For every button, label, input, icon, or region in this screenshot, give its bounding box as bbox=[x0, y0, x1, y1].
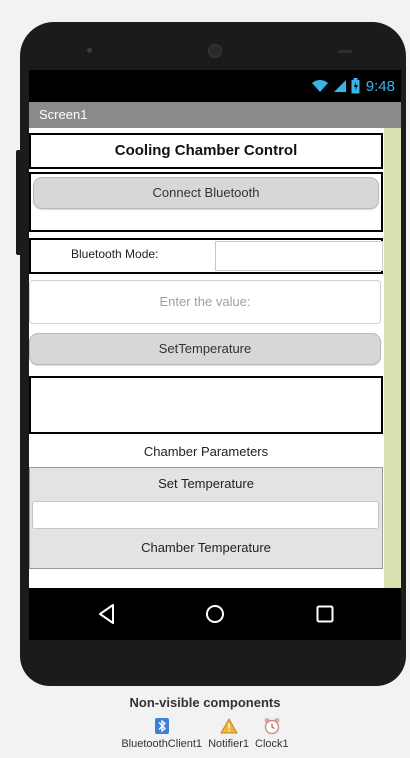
camera-icon bbox=[208, 44, 222, 58]
set-temperature-field[interactable] bbox=[32, 501, 379, 529]
screen-title: Screen1 bbox=[39, 107, 88, 122]
signal-icon bbox=[333, 80, 346, 92]
set-temperature-button[interactable]: SetTemperature bbox=[29, 333, 381, 365]
non-visible-item-bluetooth[interactable]: BluetoothClient1 bbox=[121, 716, 202, 750]
non-visible-title: Non-visible components bbox=[129, 695, 281, 710]
non-visible-item-notifier[interactable]: Notifier1 bbox=[208, 716, 249, 750]
sensor-dot bbox=[87, 48, 92, 53]
bluetooth-mode-row: Bluetooth Mode: bbox=[29, 238, 383, 274]
phone-screen: 9:48 Screen1 Cooling Chamber Control Con… bbox=[29, 70, 401, 640]
speaker-grille bbox=[338, 50, 352, 53]
status-bar: 9:48 bbox=[29, 70, 401, 102]
title-bar: Screen1 bbox=[29, 102, 401, 128]
warning-icon bbox=[219, 716, 239, 736]
non-visible-item-clock[interactable]: Clock1 bbox=[255, 716, 289, 750]
non-visible-label: Clock1 bbox=[255, 738, 289, 750]
bluetooth-icon bbox=[152, 716, 172, 736]
value-input[interactable]: Enter the value: bbox=[29, 280, 381, 324]
status-time: 9:48 bbox=[365, 77, 395, 95]
chamber-temperature-label: Chamber Temperature bbox=[141, 540, 271, 555]
navigation-bar bbox=[29, 588, 401, 640]
connect-bluetooth-button[interactable]: Connect Bluetooth bbox=[33, 177, 379, 209]
non-visible-list: BluetoothClient1 Notifier1 Clock1 bbox=[0, 716, 410, 750]
home-icon[interactable] bbox=[200, 600, 230, 628]
bluetooth-mode-label: Bluetooth Mode: bbox=[71, 247, 159, 261]
empty-panel bbox=[29, 376, 383, 434]
set-temperature-label: Set Temperature bbox=[158, 476, 254, 491]
app-title: Cooling Chamber Control bbox=[114, 142, 298, 159]
recents-icon[interactable] bbox=[310, 600, 340, 628]
back-icon[interactable] bbox=[92, 600, 122, 628]
wifi-icon bbox=[311, 79, 328, 92]
non-visible-label: BluetoothClient1 bbox=[121, 738, 203, 750]
bluetooth-mode-field[interactable] bbox=[215, 241, 383, 271]
battery-icon bbox=[351, 78, 360, 94]
chamber-parameters-label: Chamber Parameters bbox=[143, 444, 269, 459]
app-content: Cooling Chamber Control Connect Bluetoot… bbox=[29, 128, 384, 588]
alarm-clock-icon bbox=[262, 716, 282, 736]
non-visible-label: Notifier1 bbox=[208, 738, 250, 750]
chamber-parameters-panel: Set Temperature Chamber Temperature bbox=[29, 467, 383, 569]
designer-scrollbar bbox=[384, 128, 401, 588]
connect-container: Connect Bluetooth bbox=[29, 172, 383, 232]
title-box: Cooling Chamber Control bbox=[29, 133, 383, 169]
status-icons: 9:48 bbox=[311, 76, 395, 96]
